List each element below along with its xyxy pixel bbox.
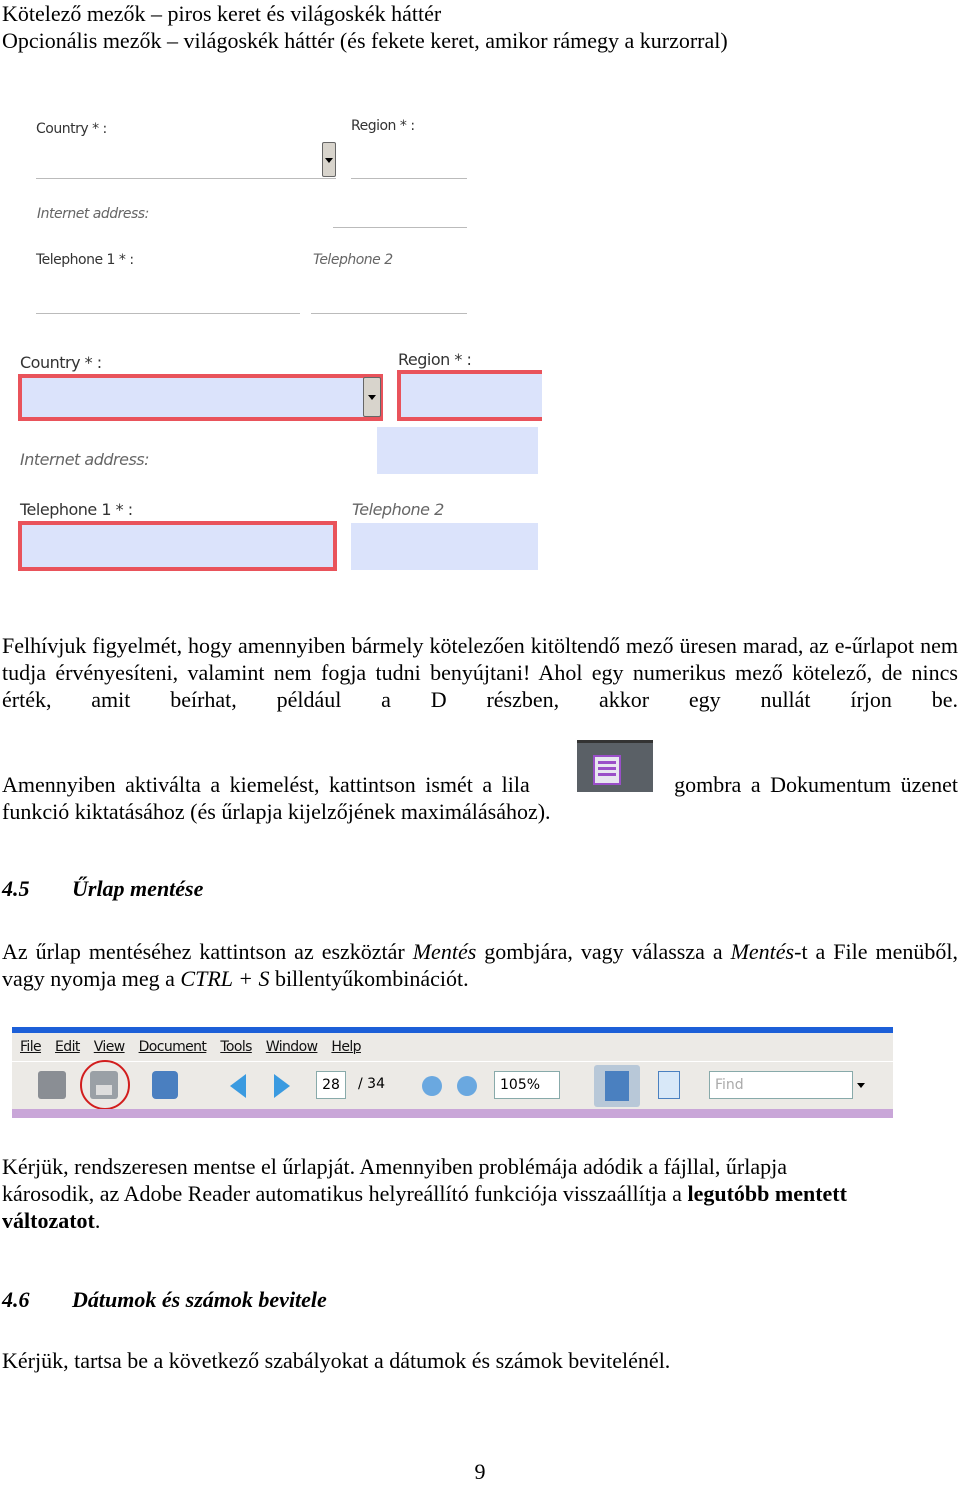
paragraph-autosave-2: károsodik, az Adobe Reader automatikus h… bbox=[2, 1181, 847, 1206]
menu-tools[interactable]: Tools bbox=[220, 1039, 252, 1055]
telephone1-field[interactable] bbox=[36, 313, 300, 314]
region-label: Region * : bbox=[351, 118, 415, 134]
telephone2-field[interactable] bbox=[311, 313, 467, 314]
menu-help[interactable]: Help bbox=[331, 1039, 361, 1055]
zoom-level-input[interactable]: 105% bbox=[494, 1071, 560, 1099]
paragraph-autosave-1: Kérjük, rendszeresen mentse el űrlapját.… bbox=[2, 1154, 787, 1179]
menu-window[interactable]: Window bbox=[266, 1039, 318, 1055]
zoom-in-icon[interactable] bbox=[457, 1076, 477, 1096]
paragraph-dates: Kérjük, tartsa be a következő szabályoka… bbox=[2, 1348, 671, 1373]
fit-page-icon[interactable] bbox=[658, 1071, 680, 1099]
adobe-reader-toolbar: File Edit View Document Tools Window Help 28 /… bbox=[12, 1027, 893, 1118]
section-number: 4.6 bbox=[2, 1287, 30, 1312]
country-label: Country * : bbox=[20, 353, 102, 372]
country-field[interactable] bbox=[18, 374, 383, 421]
country-field[interactable] bbox=[36, 178, 336, 179]
telephone1-label: Telephone 1 * : bbox=[36, 252, 134, 268]
region-field[interactable] bbox=[397, 370, 542, 421]
menu-document[interactable]: Document bbox=[139, 1039, 207, 1055]
section-number: 4.5 bbox=[2, 876, 30, 901]
zoom-out-icon[interactable] bbox=[422, 1076, 442, 1096]
menu-bar: File Edit View Document Tools Window Help bbox=[20, 1039, 375, 1055]
share-icon[interactable] bbox=[152, 1071, 178, 1099]
section-title: Űrlap mentése bbox=[72, 876, 204, 901]
paragraph-highlight-line2: funkció kiktatásához (és űrlapja kijelző… bbox=[2, 799, 551, 824]
find-dropdown-icon[interactable] bbox=[857, 1083, 865, 1092]
internet-address-label: Internet address: bbox=[37, 206, 149, 222]
next-page-icon[interactable] bbox=[274, 1074, 290, 1098]
form-fields-icon bbox=[593, 755, 621, 785]
previous-page-icon[interactable] bbox=[230, 1074, 246, 1098]
internet-address-field[interactable] bbox=[333, 227, 467, 228]
region-label: Region * : bbox=[398, 350, 472, 369]
country-label: Country * : bbox=[36, 121, 107, 137]
text: gombra a Dokumentum üzenet bbox=[674, 772, 958, 797]
telephone1-label: Telephone 1 * : bbox=[20, 500, 133, 519]
fit-width-button[interactable] bbox=[594, 1065, 640, 1107]
page-number: 9 bbox=[474, 1459, 486, 1484]
page-total: / 34 bbox=[358, 1076, 385, 1092]
country-dropdown-button[interactable] bbox=[322, 142, 336, 177]
intro-line-2: Opcionális mezők – világoskék háttér (és… bbox=[2, 28, 728, 53]
paragraph-autosave-3: változatot. bbox=[2, 1208, 101, 1233]
intro-line-1: Kötelező mezők – piros keret és világosk… bbox=[2, 1, 442, 26]
paragraph-save: Az űrlap mentéséhez kattintson az eszköz… bbox=[2, 939, 958, 991]
find-input[interactable]: Find bbox=[709, 1071, 853, 1099]
telephone2-field[interactable] bbox=[351, 523, 538, 570]
paragraph-highlight: Amennyiben aktiválta a kiemelést, kattin… bbox=[2, 771, 958, 798]
menu-file[interactable]: File bbox=[20, 1039, 42, 1055]
menu-edit[interactable]: Edit bbox=[55, 1039, 80, 1055]
internet-address-field[interactable] bbox=[377, 427, 538, 474]
red-circle-highlight bbox=[80, 1060, 130, 1110]
page-number-input[interactable]: 28 bbox=[316, 1071, 346, 1099]
telephone1-field[interactable] bbox=[18, 521, 337, 571]
print-icon[interactable] bbox=[38, 1071, 66, 1099]
telephone2-label: Telephone 2 bbox=[352, 500, 444, 519]
country-dropdown-button[interactable] bbox=[363, 377, 381, 417]
internet-address-label: Internet address: bbox=[20, 450, 150, 469]
region-field[interactable] bbox=[351, 178, 467, 179]
text: Amennyiben aktiválta a kiemelést, kattin… bbox=[2, 772, 530, 797]
menu-view[interactable]: View bbox=[94, 1039, 125, 1055]
section-title: Dátumok és számok bevitele bbox=[72, 1287, 327, 1312]
telephone2-label: Telephone 2 bbox=[313, 252, 393, 268]
highlight-fields-button[interactable] bbox=[577, 740, 653, 792]
paragraph-validation: Felhívjuk figyelmét, hogy amennyiben bár… bbox=[2, 633, 958, 712]
